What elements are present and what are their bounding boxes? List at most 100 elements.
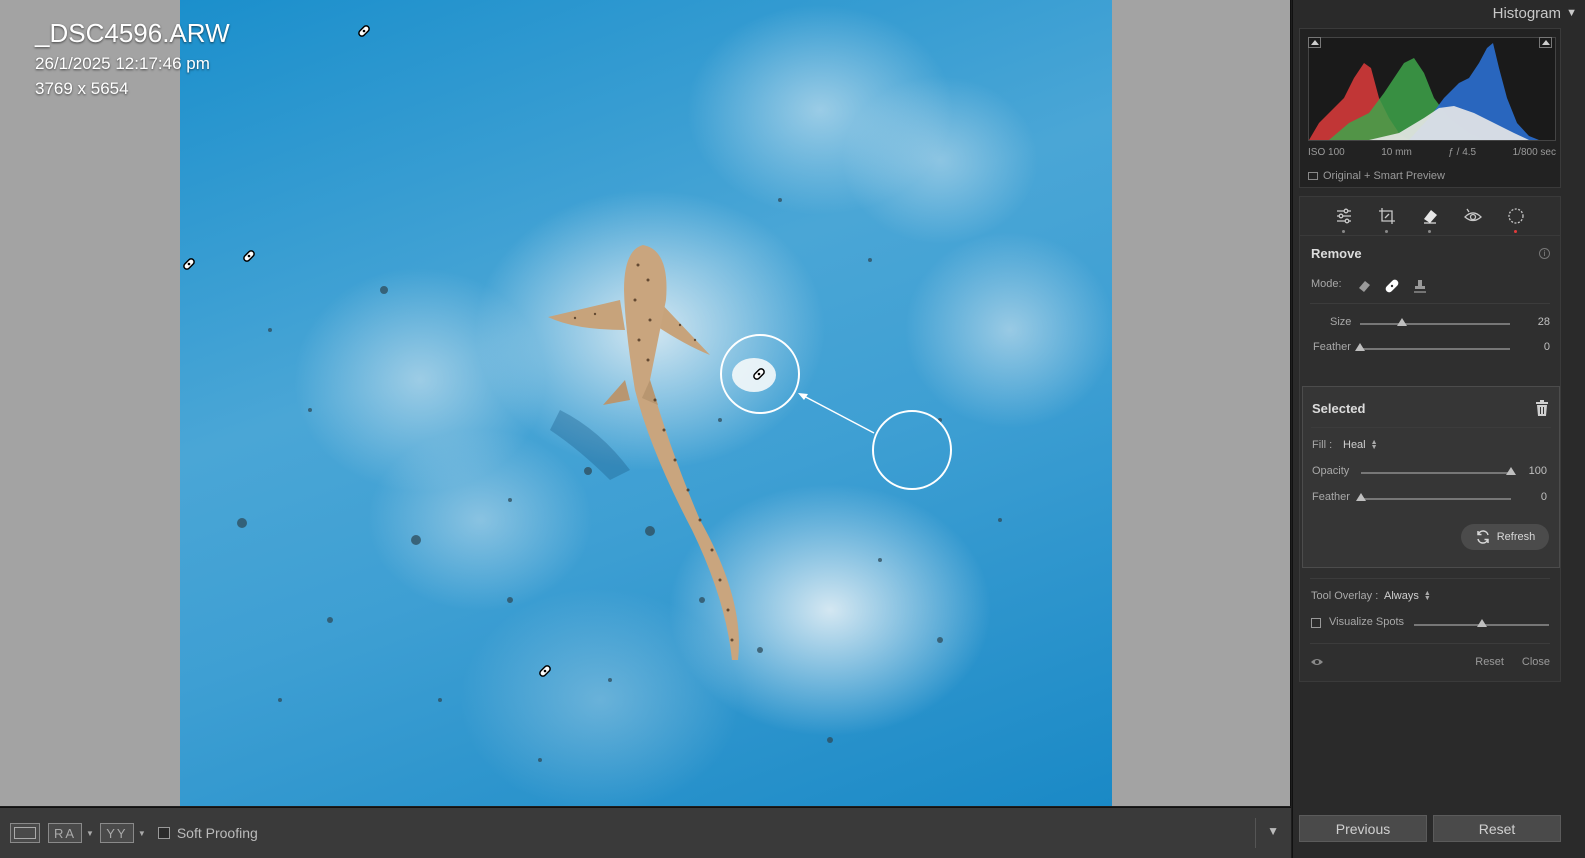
divider (1310, 643, 1550, 644)
selected-title: Selected (1312, 401, 1366, 416)
image-dimensions: 3769 x 5654 (35, 79, 129, 98)
visualize-spots-checkbox[interactable] (1311, 618, 1321, 628)
opacity-value[interactable]: 100 (1517, 465, 1547, 477)
feather-slider[interactable] (1360, 348, 1510, 350)
panel-reset-button[interactable]: Reset (1475, 656, 1504, 668)
soft-proofing-toggle[interactable]: Soft Proofing (157, 825, 258, 841)
feather-value[interactable]: 0 (1520, 341, 1550, 353)
divider (1311, 427, 1551, 428)
selected-feather-slider[interactable] (1361, 498, 1511, 500)
image-canvas[interactable]: _DSC4596.ARW 26/1/2025 12:17:46 pm 3769 … (0, 0, 1291, 806)
before-after-dropdown-icon[interactable]: ▼ (86, 829, 94, 838)
selected-feather-label: Feather (1312, 491, 1350, 503)
highlight-clipping-icon[interactable] (1539, 37, 1552, 48)
toolbar-options-chevron-icon[interactable]: ▼ (1267, 824, 1279, 838)
updown-arrows-icon: ▲ ▼ (1423, 590, 1431, 602)
edit-sliders-icon[interactable] (1334, 206, 1354, 233)
divider (1310, 303, 1550, 304)
file-name: _DSC4596.ARW (35, 18, 230, 48)
visualize-spots-slider-thumb[interactable] (1476, 619, 1487, 627)
soft-proofing-label: Soft Proofing (176, 825, 258, 841)
mask-active-dot (1514, 230, 1517, 233)
toolbar-divider (1255, 818, 1256, 848)
exif-row: ISO 100 10 mm ƒ / 4.5 1/800 sec (1308, 147, 1556, 158)
shadow-clipping-icon[interactable] (1308, 37, 1321, 48)
updown-arrows-icon: ▲ ▼ (1370, 439, 1378, 451)
heal-source-circle (872, 410, 952, 490)
heal-spot-pin-icon[interactable] (536, 662, 554, 680)
photo-preview[interactable] (180, 0, 1112, 806)
mode-label: Mode: (1311, 278, 1342, 290)
tool-overlay-dropdown[interactable]: Always ▲ ▼ (1384, 590, 1431, 602)
size-slider[interactable] (1360, 323, 1510, 325)
selected-spot-panel: Selected Fill : Heal ▲ ▼ Opacity 100 Feat… (1302, 386, 1560, 568)
develop-tool-strip (1299, 196, 1561, 236)
clone-stamp-icon[interactable] (1411, 277, 1429, 295)
smart-preview-icon (1308, 172, 1318, 180)
photo-artwork (237, 198, 1002, 762)
delete-spot-icon[interactable] (1535, 400, 1549, 416)
loupe-view-icon (14, 827, 36, 839)
bottom-toolbar: RA ▼ YY ▼ Soft Proofing ▼ (0, 807, 1291, 858)
exif-aperture: ƒ / 4.5 (1448, 147, 1477, 158)
remove-eraser-icon[interactable] (1420, 206, 1440, 233)
histogram-panel: ISO 100 10 mm ƒ / 4.5 1/800 sec Original… (1299, 28, 1561, 188)
survey-dropdown-icon[interactable]: ▼ (138, 829, 146, 838)
histogram-title[interactable]: Histogram (1493, 5, 1561, 22)
loupe-view-button[interactable] (10, 823, 40, 843)
size-label: Size (1330, 316, 1352, 328)
selected-feather-value[interactable]: 0 (1517, 491, 1547, 503)
fill-dropdown[interactable]: Heal ▲ ▼ (1343, 439, 1378, 451)
info-icon[interactable]: i (1539, 248, 1550, 259)
fill-label: Fill : (1312, 439, 1333, 451)
remove-tool-panel: Remove i Mode: Size 28 Feather 0 Selecte… (1299, 236, 1561, 682)
soft-proofing-checkbox[interactable] (157, 827, 170, 839)
tool-indicator-dot (1342, 230, 1345, 233)
size-slider-thumb[interactable] (1397, 318, 1407, 326)
refresh-button[interactable]: Refresh (1461, 524, 1549, 550)
selected-feather-slider-thumb[interactable] (1356, 493, 1366, 501)
content-aware-remove-icon[interactable] (1356, 277, 1374, 295)
tool-indicator-dot (1428, 230, 1431, 233)
feather-label: Feather (1313, 341, 1351, 353)
histogram-curves (1309, 43, 1539, 140)
panel-close-button[interactable]: Close (1522, 656, 1550, 668)
feather-slider-thumb[interactable] (1355, 343, 1365, 351)
exif-iso: ISO 100 (1308, 147, 1345, 158)
before-after-view-button[interactable]: RA (48, 823, 82, 843)
heal-mode-icon[interactable] (1383, 277, 1401, 295)
divider (1310, 578, 1550, 579)
tool-overlay-value: Always (1384, 590, 1419, 602)
lightroom-develop-window: _DSC4596.ARW 26/1/2025 12:17:46 pm 3769 … (0, 0, 1585, 858)
reset-button[interactable]: Reset (1433, 815, 1561, 842)
heal-spot-pin-selected-icon[interactable] (750, 365, 768, 383)
exif-focal-length: 10 mm (1381, 147, 1412, 158)
tool-overlay-label: Tool Overlay : (1311, 590, 1379, 602)
heal-spot-pin-icon[interactable] (240, 247, 258, 265)
opacity-slider[interactable] (1361, 472, 1511, 474)
tool-indicator-dot (1385, 230, 1388, 233)
visualize-spots-label: Visualize Spots (1329, 616, 1405, 628)
nav-buttons: Previous Reset (1299, 815, 1561, 842)
remove-title: Remove (1311, 246, 1362, 261)
heal-spot-pin-icon[interactable] (180, 255, 198, 273)
histogram-graph[interactable] (1308, 37, 1556, 141)
histogram-collapse-icon[interactable]: ▼ (1566, 7, 1577, 19)
refresh-icon (1476, 530, 1489, 544)
shark (548, 245, 739, 660)
crop-icon[interactable] (1377, 206, 1397, 233)
red-eye-icon[interactable] (1463, 206, 1483, 226)
exif-shutter: 1/800 sec (1512, 147, 1556, 158)
size-value[interactable]: 28 (1520, 316, 1550, 328)
show-overlay-eye-icon[interactable] (1310, 657, 1324, 667)
masking-icon[interactable] (1506, 206, 1526, 233)
fill-value: Heal (1343, 439, 1366, 451)
right-panel: Histogram ▼ ISO 100 10 mm ƒ / 4.5 1/800 … (1292, 0, 1585, 858)
opacity-slider-thumb[interactable] (1506, 467, 1516, 475)
previous-button[interactable]: Previous (1299, 815, 1427, 842)
heal-spot-pin-icon[interactable] (355, 22, 373, 40)
refresh-label: Refresh (1496, 531, 1536, 543)
preview-status-label: Original + Smart Preview (1323, 170, 1445, 182)
survey-view-button[interactable]: YY (99, 823, 134, 843)
preview-status: Original + Smart Preview (1308, 170, 1445, 182)
